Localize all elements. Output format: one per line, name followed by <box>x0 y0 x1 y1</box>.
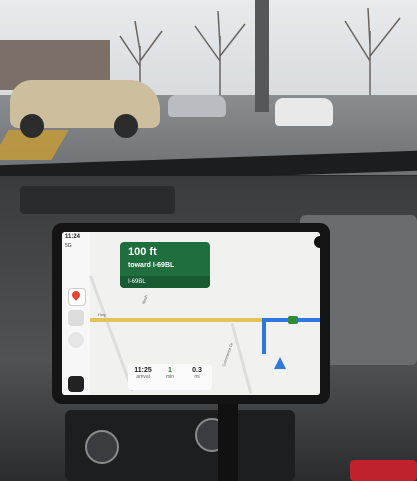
defrost-vent <box>20 186 175 214</box>
dashboard-icon[interactable] <box>68 332 84 348</box>
turn-distance: 100 ft <box>128 246 157 258</box>
next-step: I-69BL <box>120 276 210 288</box>
eta-minutes-label: min <box>165 374 175 380</box>
tablet-mount <box>218 404 238 481</box>
turn-toward: toward I-69BL <box>128 262 175 269</box>
wheel <box>114 114 138 138</box>
eta-miles-value: 0.3 <box>192 367 202 374</box>
red-cloth <box>350 460 417 481</box>
wheel <box>20 114 44 138</box>
parked-car <box>275 98 333 126</box>
phone-icon[interactable] <box>68 310 84 326</box>
eta-panel[interactable]: 11:25 arrival 1 min 0.3 mi <box>128 364 212 390</box>
carplay-screen: 11:24 5G Hwy Commerce Dr Nash 100 ft tow… <box>62 232 320 395</box>
climate-knob <box>85 430 119 464</box>
eta-miles-label: mi <box>194 374 200 380</box>
pole <box>255 0 269 112</box>
status-time: 11:24 <box>65 234 81 240</box>
current-location-arrow-icon <box>274 357 286 369</box>
climate-controls <box>65 410 295 481</box>
maps-icon[interactable] <box>68 288 86 306</box>
status-signal: 5G <box>65 243 72 249</box>
eta-minutes-value: 1 <box>168 367 172 374</box>
street <box>230 322 253 395</box>
eta-arrival-value: 11:25 <box>134 367 152 374</box>
car-interior-photo: 11:24 5G Hwy Commerce Dr Nash 100 ft tow… <box>0 0 417 481</box>
street-label: Nash <box>140 294 149 305</box>
route-line <box>262 318 266 354</box>
map[interactable]: Hwy Commerce Dr Nash 100 ft toward I-69B… <box>89 232 320 395</box>
s-button[interactable]: S <box>314 236 320 248</box>
street-label: Hwy <box>98 312 106 317</box>
eta-arrival-label: arrival <box>136 374 150 380</box>
nav-instruction-card[interactable]: 100 ft toward I-69BL I-69BL <box>120 242 210 288</box>
parked-car <box>10 80 160 138</box>
app-grid-icon[interactable] <box>68 376 84 392</box>
carplay-dock: 11:24 5G <box>62 232 90 395</box>
parked-car <box>168 95 226 117</box>
street-label: Commerce Dr <box>220 341 235 368</box>
highway-shield <box>288 316 298 324</box>
